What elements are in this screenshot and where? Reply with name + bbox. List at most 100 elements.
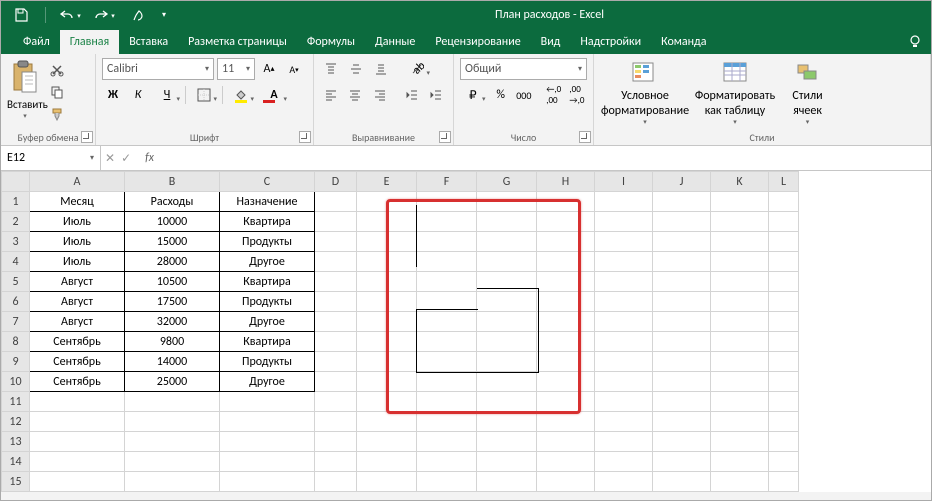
- cell-K12[interactable]: [711, 412, 769, 432]
- cell-A14[interactable]: [30, 452, 125, 472]
- increase-decimal-button[interactable]: ←,0,00: [544, 84, 564, 106]
- cell-D4[interactable]: [315, 252, 357, 272]
- cell-D6[interactable]: [315, 292, 357, 312]
- cell-A9[interactable]: Сентябрь: [30, 352, 125, 372]
- cell-I9[interactable]: [595, 352, 653, 372]
- cell-H2[interactable]: [537, 212, 595, 232]
- cell-G12[interactable]: [477, 412, 537, 432]
- percent-format-button[interactable]: %: [491, 84, 511, 106]
- cell-J1[interactable]: [653, 192, 711, 212]
- cell-B4[interactable]: 28000: [125, 252, 220, 272]
- cell-J3[interactable]: [653, 232, 711, 252]
- cell-G1[interactable]: [477, 192, 537, 212]
- cell-K1[interactable]: [711, 192, 769, 212]
- row-header-14[interactable]: 14: [2, 452, 30, 472]
- orientation-button[interactable]: ab: [402, 58, 432, 80]
- cell-H9[interactable]: [537, 352, 595, 372]
- cell-H1[interactable]: [537, 192, 595, 212]
- spreadsheet-grid[interactable]: ABCDEFGHIJKL1МесяцРасходыНазначение2Июль…: [1, 171, 931, 492]
- cell-L12[interactable]: [769, 412, 799, 432]
- row-header-10[interactable]: 10: [2, 372, 30, 392]
- cell-A7[interactable]: Август: [30, 312, 125, 332]
- decrease-indent-button[interactable]: [401, 84, 423, 106]
- italic-button[interactable]: К: [127, 84, 149, 106]
- font-name-combo[interactable]: Calibri▾: [102, 58, 214, 80]
- col-header-B[interactable]: B: [125, 172, 220, 192]
- cell-G2[interactable]: [477, 212, 537, 232]
- row-header-4[interactable]: 4: [2, 252, 30, 272]
- cell-D2[interactable]: [315, 212, 357, 232]
- cell-B1[interactable]: Расходы: [125, 192, 220, 212]
- borders-button[interactable]: [189, 84, 219, 106]
- bold-button[interactable]: Ж: [102, 84, 124, 106]
- touch-mode-button[interactable]: [122, 3, 154, 27]
- cell-E4[interactable]: [357, 252, 417, 272]
- col-header-A[interactable]: A: [30, 172, 125, 192]
- cell-H8[interactable]: [537, 332, 595, 352]
- format-as-table-button[interactable]: Форматировать как таблицу▾: [690, 58, 780, 128]
- col-header-L[interactable]: L: [769, 172, 799, 192]
- cell-C12[interactable]: [220, 412, 315, 432]
- cell-H14[interactable]: [537, 452, 595, 472]
- cell-C6[interactable]: Продукты: [220, 292, 315, 312]
- number-dialog-launcher[interactable]: [579, 131, 591, 143]
- cell-K7[interactable]: [711, 312, 769, 332]
- copy-button[interactable]: [45, 82, 69, 102]
- cell-L8[interactable]: [769, 332, 799, 352]
- cell-F1[interactable]: [417, 192, 477, 212]
- cancel-formula-icon[interactable]: ✕: [105, 151, 115, 166]
- cell-A1[interactable]: Месяц: [30, 192, 125, 212]
- align-middle-button[interactable]: [345, 58, 367, 80]
- cell-L13[interactable]: [769, 432, 799, 452]
- cell-J14[interactable]: [653, 452, 711, 472]
- col-header-E[interactable]: E: [357, 172, 417, 192]
- cell-K5[interactable]: [711, 272, 769, 292]
- cell-A3[interactable]: Июль: [30, 232, 125, 252]
- cell-E11[interactable]: [357, 392, 417, 412]
- cell-F2[interactable]: [417, 212, 477, 232]
- fx-icon[interactable]: fx: [137, 151, 154, 165]
- col-header-J[interactable]: J: [653, 172, 711, 192]
- cell-K10[interactable]: [711, 372, 769, 392]
- cell-H5[interactable]: [537, 272, 595, 292]
- cell-K6[interactable]: [711, 292, 769, 312]
- cell-K8[interactable]: [711, 332, 769, 352]
- cell-I3[interactable]: [595, 232, 653, 252]
- cell-E14[interactable]: [357, 452, 417, 472]
- cell-J9[interactable]: [653, 352, 711, 372]
- cell-H4[interactable]: [537, 252, 595, 272]
- enter-formula-icon[interactable]: ✓: [121, 151, 131, 166]
- cell-D3[interactable]: [315, 232, 357, 252]
- row-header-3[interactable]: 3: [2, 232, 30, 252]
- cell-J11[interactable]: [653, 392, 711, 412]
- cell-C5[interactable]: Квартира: [220, 272, 315, 292]
- cell-G5[interactable]: [477, 272, 537, 292]
- cell-C4[interactable]: Другое: [220, 252, 315, 272]
- save-button[interactable]: [5, 3, 37, 27]
- align-bottom-button[interactable]: [370, 58, 392, 80]
- cell-G8[interactable]: [477, 332, 537, 352]
- cell-K11[interactable]: [711, 392, 769, 412]
- increase-indent-button[interactable]: [425, 84, 447, 106]
- cell-F13[interactable]: [417, 432, 477, 452]
- accounting-format-button[interactable]: ₽: [460, 84, 488, 106]
- fill-color-button[interactable]: [226, 84, 256, 106]
- cell-F15[interactable]: [417, 472, 477, 492]
- cell-D14[interactable]: [315, 452, 357, 472]
- cell-D15[interactable]: [315, 472, 357, 492]
- cell-C1[interactable]: Назначение: [220, 192, 315, 212]
- cell-I12[interactable]: [595, 412, 653, 432]
- cell-E2[interactable]: [357, 212, 417, 232]
- cell-G9[interactable]: [477, 352, 537, 372]
- cell-A5[interactable]: Август: [30, 272, 125, 292]
- row-header-8[interactable]: 8: [2, 332, 30, 352]
- cell-D1[interactable]: [315, 192, 357, 212]
- cell-J4[interactable]: [653, 252, 711, 272]
- tab-team[interactable]: Команда: [651, 30, 716, 54]
- cell-L1[interactable]: [769, 192, 799, 212]
- row-header-11[interactable]: 11: [2, 392, 30, 412]
- cell-E7[interactable]: [357, 312, 417, 332]
- cell-I13[interactable]: [595, 432, 653, 452]
- col-header-D[interactable]: D: [315, 172, 357, 192]
- tab-data[interactable]: Данные: [365, 30, 425, 54]
